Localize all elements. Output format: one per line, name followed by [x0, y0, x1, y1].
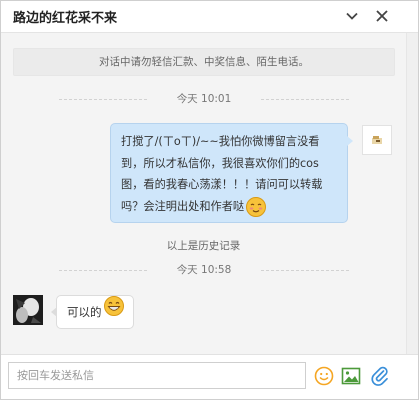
chevron-down-icon[interactable]: [343, 7, 361, 25]
message-text: 可以的: [67, 305, 102, 319]
message-history[interactable]: 对话中请勿轻信汇款、中奖信息、陌生电话。 今天 10:01 打搅了/(ㄒoㄒ)/…: [1, 33, 406, 354]
conversation-title: 路边的红花采不来: [13, 11, 118, 26]
timestamp-separator: 今天 10:58: [59, 262, 349, 278]
my-message-bubble: 打搅了/(ㄒoㄒ)/~~我怕你微博留言没看到，所以才私信你，我很喜欢你们的cos…: [110, 123, 353, 223]
message-input[interactable]: [8, 362, 306, 389]
private-message-window: 路边的红花采不来 对话中请勿轻信汇款、中奖信息、陌生电话。 今天 10:01 打…: [0, 0, 419, 400]
grin-emoji-icon: [102, 295, 125, 329]
emoji-icon[interactable]: [314, 366, 334, 386]
history-note: 以上是历史记录: [166, 240, 241, 252]
close-icon[interactable]: [373, 7, 391, 25]
contact-avatar[interactable]: [13, 295, 43, 325]
my-avatar[interactable]: [362, 125, 392, 155]
blush-emoji-icon: [244, 196, 267, 218]
contact-message-bubble: 可以的: [51, 295, 134, 329]
attachment-icon[interactable]: [370, 366, 390, 386]
message-text: 打搅了/(ㄒoㄒ)/~~我怕你微博留言没看到，所以才私信你，我很喜欢你们的cos…: [121, 135, 323, 213]
safety-notice: 对话中请勿轻信汇款、中奖信息、陌生电话。: [13, 48, 395, 76]
composer-bar: [1, 354, 418, 399]
timestamp-separator: 今天 10:01: [59, 91, 349, 107]
chat-scrollbar[interactable]: [406, 33, 418, 354]
image-icon[interactable]: [341, 366, 361, 386]
title-bar: 路边的红花采不来: [1, 1, 418, 33]
